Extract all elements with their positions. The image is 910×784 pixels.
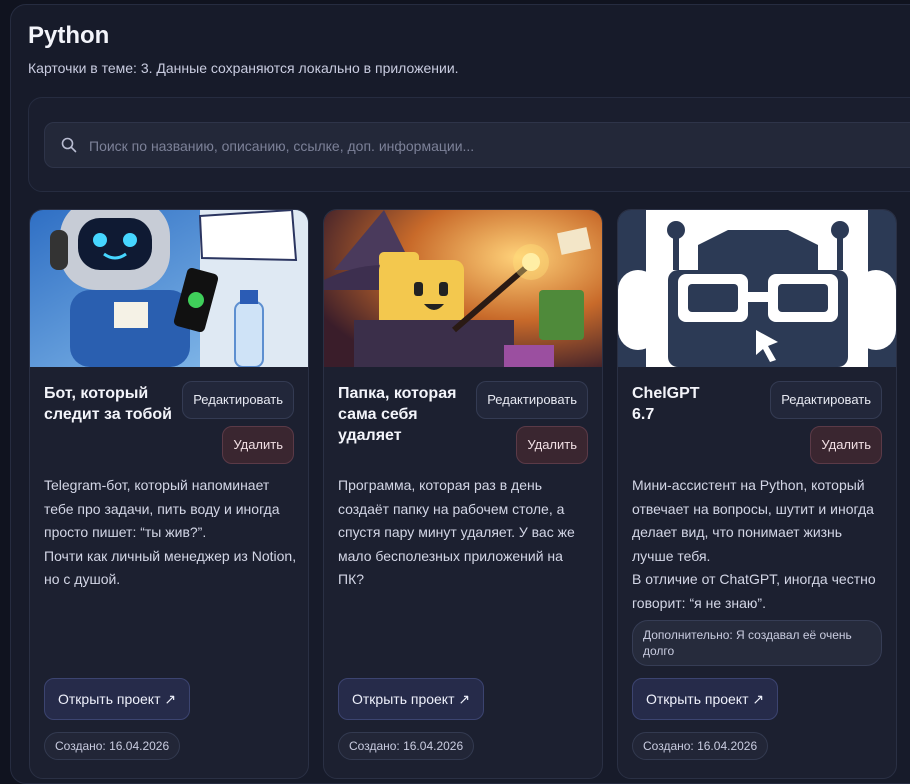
search-panel	[28, 97, 910, 192]
extra-info-badge: Дополнительно: Я создавал её очень долго	[632, 620, 882, 666]
page-title: Python	[28, 22, 110, 49]
delete-button[interactable]: Удалить	[222, 426, 294, 464]
edit-button[interactable]: Редактировать	[182, 381, 294, 419]
search-input[interactable]	[87, 123, 910, 169]
delete-button[interactable]: Удалить	[516, 426, 588, 464]
search-icon	[61, 137, 77, 153]
project-image-folder	[324, 210, 602, 367]
card-title: Папка, которая сама себя удаляет	[338, 385, 457, 444]
edit-button[interactable]: Редактировать	[476, 381, 588, 419]
page-subtitle: Карточки в теме: 3. Данные сохраняются л…	[28, 60, 459, 76]
open-project-button[interactable]: Открыть проект ↗	[44, 678, 191, 720]
card-title: Бот, который следит за тобой	[44, 385, 172, 423]
open-project-button[interactable]: Открыть проект ↗	[338, 678, 485, 720]
created-date-badge: Создано: 16.04.2026	[44, 732, 181, 760]
project-card: ChelGPT 6.7 Редактировать Удалить Мини-а…	[617, 209, 897, 779]
project-image-bot	[30, 210, 308, 367]
created-date-badge: Создано: 16.04.2026	[632, 732, 769, 760]
card-title: ChelGPT 6.7	[632, 385, 700, 423]
search-box[interactable]	[44, 122, 910, 169]
card-description: Программа, которая раз в день создаёт па…	[338, 477, 575, 587]
open-project-button[interactable]: Открыть проект ↗	[632, 678, 779, 720]
project-card: Папка, которая сама себя удаляет Редакти…	[323, 209, 603, 779]
project-card: Бот, который следит за тобой Редактирова…	[29, 209, 309, 779]
card-description: Telegram-бот, который напоминает тебе пр…	[44, 477, 297, 587]
card-description: Мини-ассистент на Python, который отвеча…	[632, 477, 876, 611]
created-date-badge: Создано: 16.04.2026	[338, 732, 475, 760]
edit-button[interactable]: Редактировать	[770, 381, 882, 419]
project-image-robot-glasses	[618, 210, 896, 367]
delete-button[interactable]: Удалить	[810, 426, 882, 464]
